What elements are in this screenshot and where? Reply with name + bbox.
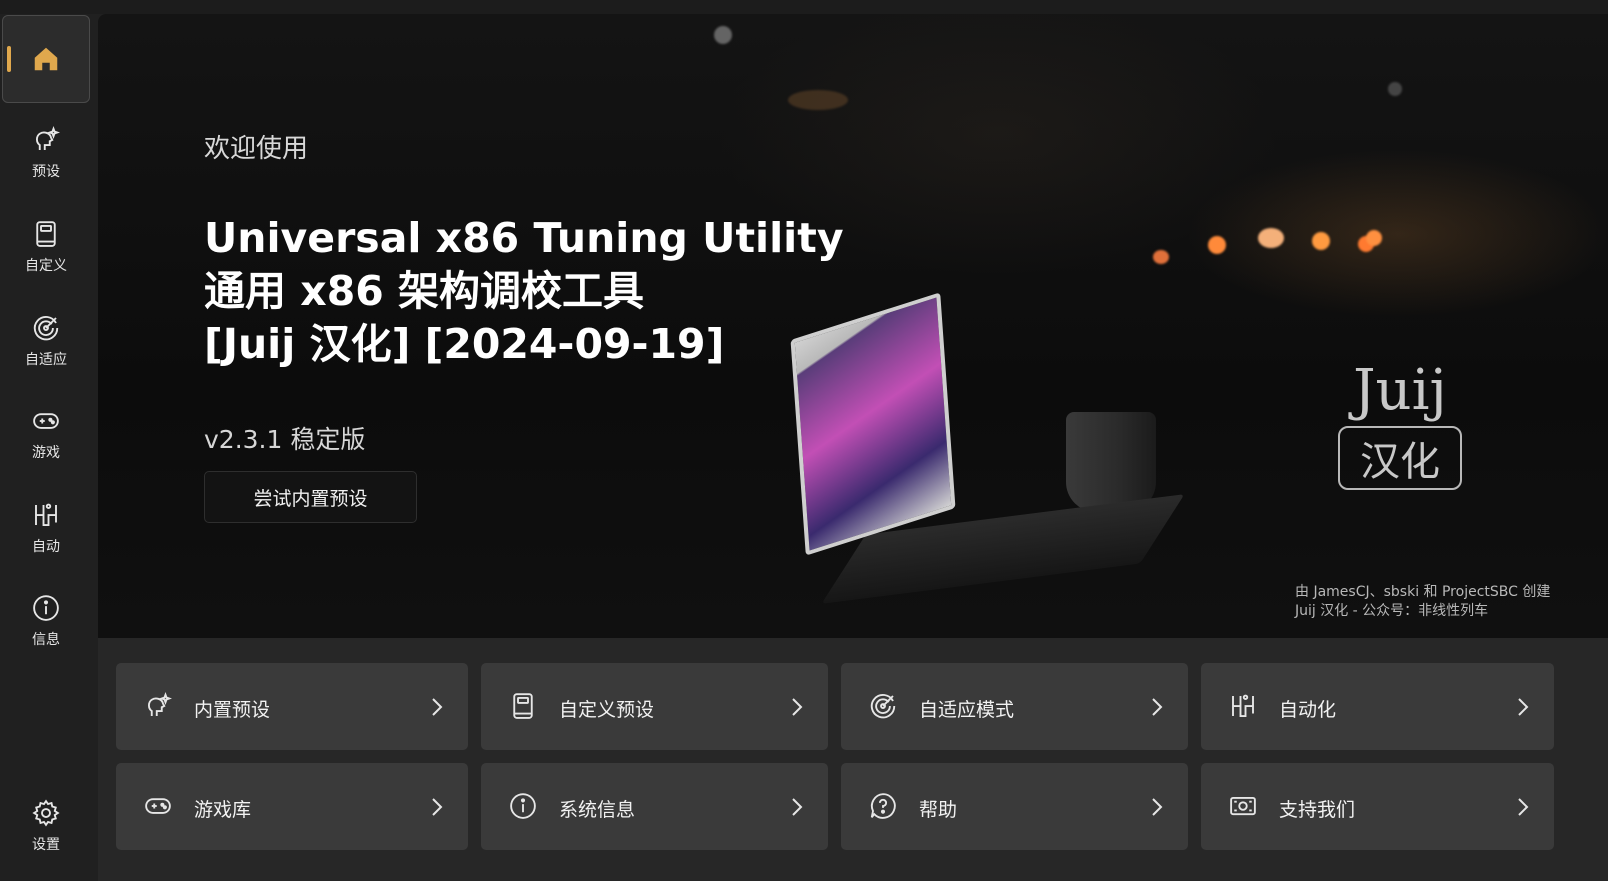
- sidebar-item-games[interactable]: 游戏: [2, 390, 90, 478]
- sidebar-item-home[interactable]: [2, 15, 90, 103]
- tile-label: 支持我们: [1279, 799, 1356, 821]
- info-icon: [33, 595, 59, 621]
- bokeh-light: [1258, 228, 1284, 248]
- juij-logo: Juij 汉化: [1334, 298, 1466, 498]
- tile-game-library[interactable]: 游戏库: [116, 763, 468, 850]
- bokeh-light: [1388, 82, 1402, 96]
- sidebar-item-info[interactable]: 信息: [2, 577, 90, 665]
- tile-label: 游戏库: [194, 799, 252, 821]
- credits: 由 JamesCJ、sbski 和 ProjectSBC 创建 Juij 汉化 …: [1295, 583, 1550, 621]
- sidebar-item-label: 设置: [32, 837, 60, 853]
- chevron-right-icon: [1518, 698, 1529, 716]
- version-label: v2.3.1 稳定版: [204, 425, 366, 454]
- welcome-text: 欢迎使用: [204, 134, 309, 164]
- automation-icon: [1232, 694, 1254, 717]
- adaptive-icon: [33, 316, 59, 341]
- book-icon: [513, 693, 533, 719]
- tile-custom-presets[interactable]: 自定义预设: [481, 663, 828, 750]
- gear-icon: [32, 799, 60, 827]
- sidebar: 预设 自定义 自适应 游戏 自动 信息 设置: [0, 14, 98, 881]
- sidebar-item-adaptive[interactable]: 自适应: [2, 297, 90, 385]
- tile-label: 内置预设: [194, 699, 271, 721]
- bokeh-light: [714, 26, 732, 44]
- app-title: Universal x86 Tuning Utility 通用 x86 架构调校…: [204, 212, 844, 371]
- logo-badge: 汉化: [1338, 426, 1462, 490]
- sidebar-item-auto[interactable]: 自动: [2, 484, 90, 572]
- chevron-right-icon: [1152, 698, 1163, 716]
- logo-text: Juij: [1353, 358, 1447, 423]
- bokeh-light: [1208, 236, 1226, 254]
- tile-system-info[interactable]: 系统信息: [481, 763, 828, 850]
- app-title-line: 通用 x86 架构调校工具: [204, 267, 645, 315]
- tile-label: 帮助: [919, 799, 958, 821]
- tile-label: 自适应模式: [919, 699, 1015, 721]
- credits-line: Juij 汉化 - 公众号：非线性列车: [1295, 603, 1489, 619]
- mug-illustration: [1066, 412, 1156, 512]
- chevron-right-icon: [1518, 798, 1529, 816]
- active-indicator: [7, 46, 11, 72]
- bokeh-light: [788, 90, 848, 110]
- sidebar-item-label: 信息: [32, 632, 60, 648]
- chevron-right-icon: [432, 698, 443, 716]
- preset-icon: [36, 126, 60, 150]
- sidebar-item-label: 自动: [32, 539, 60, 555]
- quick-access-grid: 内置预设 自定义预设 自适应模式 自动化 游戏库 系统信息 帮助 支持我们: [98, 638, 1608, 881]
- home-icon: [34, 47, 58, 71]
- sidebar-item-label: 预设: [32, 164, 60, 180]
- info-icon: [510, 793, 536, 819]
- chevron-right-icon: [432, 798, 443, 816]
- sidebar-item-custom[interactable]: 自定义: [2, 203, 90, 291]
- hero-banner: 欢迎使用 Universal x86 Tuning Utility 通用 x86…: [98, 14, 1608, 638]
- book-icon: [36, 221, 56, 247]
- tile-label: 自动化: [1279, 699, 1337, 721]
- sidebar-item-label: 自适应: [25, 352, 67, 368]
- try-builtin-presets-button[interactable]: 尝试内置预设: [204, 471, 417, 523]
- bokeh-light: [1312, 232, 1330, 250]
- gamepad-icon: [145, 798, 171, 814]
- sidebar-item-label: 自定义: [25, 258, 67, 274]
- tile-adaptive-mode[interactable]: 自适应模式: [841, 663, 1188, 750]
- tile-label: 自定义预设: [559, 699, 655, 721]
- gamepad-icon: [33, 413, 59, 429]
- automation-icon: [35, 503, 57, 526]
- sidebar-item-label: 游戏: [32, 445, 60, 461]
- sidebar-item-settings[interactable]: 设置: [2, 782, 90, 870]
- tile-help[interactable]: 帮助: [841, 763, 1188, 850]
- chevron-right-icon: [1152, 798, 1163, 816]
- bokeh-light: [1153, 250, 1169, 264]
- app-title-line: [Juij 汉化] [2024-09-19]: [204, 320, 725, 368]
- tile-label: 系统信息: [559, 799, 636, 821]
- title-bar: [0, 0, 1608, 14]
- preset-icon: [148, 692, 172, 716]
- money-icon: [1230, 796, 1256, 816]
- tile-support-us[interactable]: 支持我们: [1201, 763, 1554, 850]
- app-title-line: Universal x86 Tuning Utility: [204, 214, 844, 262]
- chevron-right-icon: [792, 698, 803, 716]
- adaptive-icon: [870, 694, 896, 719]
- chevron-right-icon: [792, 798, 803, 816]
- help-icon: [870, 793, 896, 819]
- bokeh-light: [1366, 230, 1382, 246]
- tile-builtin-presets[interactable]: 内置预设: [116, 663, 468, 750]
- tile-automation[interactable]: 自动化: [1201, 663, 1554, 750]
- sidebar-item-presets[interactable]: 预设: [2, 109, 90, 197]
- credits-line: 由 JamesCJ、sbski 和 ProjectSBC 创建: [1295, 584, 1551, 600]
